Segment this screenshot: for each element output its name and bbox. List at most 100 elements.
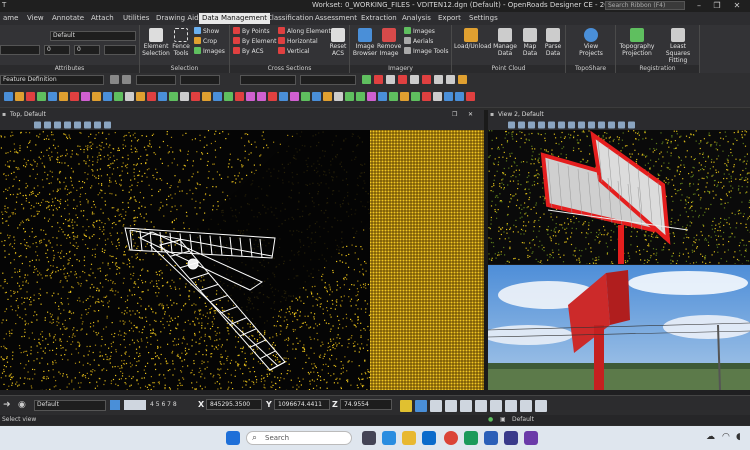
toolbar-tool-icon[interactable]: [180, 92, 189, 101]
tab-export[interactable]: Export: [435, 13, 464, 24]
toolbar-tool-icon[interactable]: [202, 92, 211, 101]
y-coordinate-field[interactable]: 1096674.4411: [274, 399, 330, 410]
level-status-select[interactable]: Default: [34, 400, 106, 411]
tab-data-management[interactable]: Data Management: [199, 13, 271, 24]
view-tool-icon[interactable]: [54, 121, 61, 129]
tab-analysis[interactable]: Analysis: [399, 13, 434, 24]
view-tool-icon[interactable]: [558, 121, 565, 129]
toolbar-icon[interactable]: [434, 75, 443, 84]
x-coordinate-field[interactable]: 845295.3500: [206, 399, 262, 410]
by-acs-button[interactable]: By ACS: [233, 47, 264, 56]
maximize-icon[interactable]: ❐: [710, 0, 724, 12]
view-tool-icon[interactable]: [598, 121, 605, 129]
toolbar-tool-icon[interactable]: [37, 92, 46, 101]
toolbar-tool-icon[interactable]: [444, 92, 453, 101]
remove-image-button[interactable]: Remove Image: [377, 28, 401, 57]
app-icon[interactable]: [504, 431, 518, 445]
toolbar-select[interactable]: [240, 75, 296, 85]
chrome-icon[interactable]: [444, 431, 458, 445]
tab-drawing-aids[interactable]: Drawing Aids: [153, 13, 205, 24]
color-select[interactable]: [0, 45, 40, 55]
toolbar-icon[interactable]: [422, 75, 431, 84]
lock-icon[interactable]: ▣: [500, 415, 506, 425]
toolbar-tool-icon[interactable]: [70, 92, 79, 101]
feature-definition-select[interactable]: Feature Definition: [0, 75, 104, 85]
accudraw-tool-icon[interactable]: [445, 400, 457, 412]
toolbar-tool-icon[interactable]: [345, 92, 354, 101]
image-browser-button[interactable]: Image Browser: [352, 28, 378, 57]
parse-data-button[interactable]: Parse Data: [542, 28, 564, 57]
view-tool-icon[interactable]: [44, 121, 51, 129]
view-tool-icon[interactable]: [84, 121, 91, 129]
view-tool-icon[interactable]: [94, 121, 101, 129]
view2-tools[interactable]: [488, 120, 750, 130]
tab-extraction[interactable]: Extraction: [358, 13, 400, 24]
view-tool-icon[interactable]: [608, 121, 615, 129]
toolbar-tool-icon[interactable]: [334, 92, 343, 101]
tab-classification[interactable]: Classification: [264, 13, 316, 24]
aerials-dropdown[interactable]: Aerials: [404, 37, 433, 46]
element-selection-button[interactable]: Element Selection: [142, 28, 170, 57]
accudraw-icons[interactable]: [396, 398, 556, 414]
view-tool-icon[interactable]: [588, 121, 595, 129]
tab-annotate[interactable]: Annotate: [49, 13, 87, 24]
images-dropdown[interactable]: Images: [404, 27, 435, 36]
toolbar-tool-icon[interactable]: [81, 92, 90, 101]
toolbar-tool-icon[interactable]: [169, 92, 178, 101]
image-tools-dropdown[interactable]: Image Tools: [404, 47, 448, 56]
vertical-button[interactable]: Vertical: [278, 47, 309, 56]
toolbar-tool-icon[interactable]: [378, 92, 387, 101]
toolbar-tool-icon[interactable]: [26, 92, 35, 101]
toolbar-icons-strip[interactable]: [0, 87, 750, 107]
toolbar-tool-icon[interactable]: [257, 92, 266, 101]
toolbar-tool-icon[interactable]: [400, 92, 409, 101]
tab-utilities[interactable]: Utilities: [120, 13, 152, 24]
view-tool-icon[interactable]: [618, 121, 625, 129]
toolbar-tool-icon[interactable]: [290, 92, 299, 101]
view-tool-icon[interactable]: [518, 121, 525, 129]
pointer-icon[interactable]: ➜: [3, 400, 11, 410]
along-element-button[interactable]: Along Element: [278, 27, 331, 36]
toolbar-icon[interactable]: [362, 75, 371, 84]
toolbar-icon[interactable]: [374, 75, 383, 84]
toolbar-select[interactable]: [136, 75, 176, 85]
fence-tools-button[interactable]: Fence Tools: [170, 28, 192, 57]
toolbar-tool-icon[interactable]: [114, 92, 123, 101]
toolbar-select[interactable]: [300, 75, 356, 85]
reset-acs-button[interactable]: Reset ACS: [328, 28, 348, 57]
view2-3d-pointcloud[interactable]: [488, 130, 750, 264]
toolbar-icon[interactable]: [458, 75, 467, 84]
pointcloud-top-canvas[interactable]: [0, 130, 484, 390]
toolbar-tool-icon[interactable]: [213, 92, 222, 101]
toolbar-tool-icon[interactable]: [48, 92, 57, 101]
accudraw-tool-icon[interactable]: [460, 400, 472, 412]
load-unload-button[interactable]: Load/Unload: [454, 28, 491, 50]
by-element-button[interactable]: By Element: [233, 37, 276, 46]
toolbar-tool-icon[interactable]: [246, 92, 255, 101]
accudraw-tool-icon[interactable]: [520, 400, 532, 412]
toolbar-icon[interactable]: [446, 75, 455, 84]
accudraw-tool-icon[interactable]: [430, 400, 442, 412]
toolbar-tool-icon[interactable]: [147, 92, 156, 101]
toolbar-icon[interactable]: [410, 75, 419, 84]
cloud-tray-icon[interactable]: ☁: [706, 432, 715, 442]
tab-settings[interactable]: Settings: [466, 13, 501, 24]
images-button[interactable]: Images: [194, 47, 225, 56]
view1-top-pointcloud[interactable]: [0, 130, 484, 390]
view-tool-icon[interactable]: [104, 121, 111, 129]
pointcloud-3d-canvas[interactable]: [488, 130, 750, 264]
toolbar-tool-icon[interactable]: [136, 92, 145, 101]
toolbar-icon[interactable]: [386, 75, 395, 84]
wifi-icon[interactable]: ◠: [722, 432, 730, 442]
accudraw-tool-icon[interactable]: [505, 400, 517, 412]
toolbar-tool-icon[interactable]: [15, 92, 24, 101]
view-tool-icon[interactable]: [628, 121, 635, 129]
view-toggle-icons[interactable]: [124, 400, 146, 410]
toolbar-tool-icon[interactable]: [191, 92, 200, 101]
view1-close-icon[interactable]: ✕: [468, 110, 473, 119]
eye-icon[interactable]: ◉: [18, 400, 26, 410]
style-select[interactable]: 0: [74, 45, 100, 55]
toolbar-tool-icon[interactable]: [103, 92, 112, 101]
openroads-icon[interactable]: [464, 431, 478, 445]
view1-restore-icon[interactable]: ❐: [452, 110, 457, 119]
